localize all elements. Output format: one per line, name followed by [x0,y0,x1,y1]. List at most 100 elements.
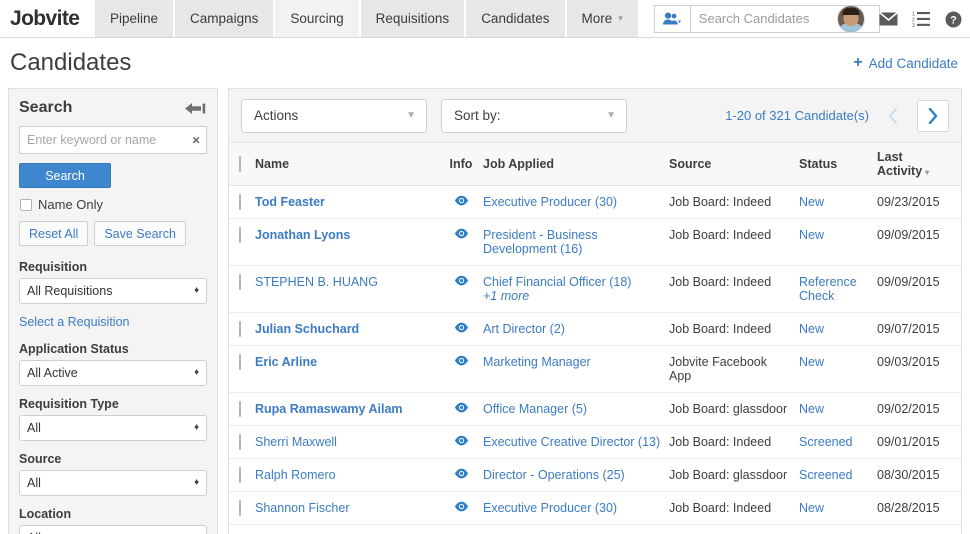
job-applied-link[interactable]: Director - Operations (25) [483,468,625,482]
clear-keyword-icon[interactable]: × [192,134,200,147]
candidate-name-link[interactable]: Sherri Maxwell [255,435,337,449]
numbered-list-icon[interactable]: 123 [912,11,931,27]
nav-tab-more[interactable]: More▾ [567,0,640,37]
eye-icon[interactable] [454,468,469,479]
table-row[interactable]: STEPHEN B. HUANG Chief Financial Officer … [229,266,961,313]
actions-dropdown[interactable]: Actions ▼ [241,99,427,133]
people-dropdown-icon[interactable] [654,5,690,33]
table-row[interactable]: Rupa Ramaswamy AilamOffice Manager (5)Jo… [229,393,961,426]
table-row[interactable]: Shannon FischerExecutive Producer (30)Jo… [229,492,961,525]
sidebar-search-button[interactable]: Search [19,163,111,188]
save-search-button[interactable]: Save Search [94,221,186,246]
candidate-name-link[interactable]: Rupa Ramaswamy Ailam [255,402,403,416]
table-row[interactable]: Jonathan Lyons President - Business Devel… [229,219,961,266]
job-applied-cell: Executive Creative Director (13) [479,426,665,459]
filter-select[interactable]: All▲▼ [19,470,207,496]
status-link[interactable]: New [799,402,824,416]
name-only-checkbox[interactable]: Name Only [20,197,207,212]
info-cell [443,346,479,393]
column-header-source[interactable]: Source [665,143,795,186]
nav-tab-candidates[interactable]: Candidates [466,0,566,37]
filter-select[interactable]: All▲▼ [19,525,207,534]
filter-field-source: SourceAll▲▼ [19,452,207,496]
reset-all-button[interactable]: Reset All [19,221,88,246]
status-link[interactable]: Screened [799,468,853,482]
eye-icon[interactable] [454,501,469,512]
next-page-button[interactable] [917,100,949,132]
eye-icon[interactable] [454,355,469,366]
column-header-name[interactable]: Name [251,143,443,186]
row-checkbox[interactable] [239,194,241,210]
job-applied-link[interactable]: Art Director (2) [483,322,565,336]
candidate-name-link[interactable]: Ralph Romero [255,468,336,482]
sort-by-label: Sort by: [454,108,501,123]
keyword-input[interactable] [19,126,207,154]
nav-tab-sourcing[interactable]: Sourcing [275,0,360,37]
collapse-panel-icon[interactable] [185,102,207,115]
select-a-requisition-link[interactable]: Select a Requisition [19,315,207,329]
help-icon[interactable]: ? [945,11,962,28]
status-link[interactable]: New [799,195,824,209]
job-applied-link[interactable]: Chief Financial Officer (18) [483,275,631,289]
column-header-status[interactable]: Status [795,143,873,186]
row-checkbox[interactable] [239,467,241,483]
add-candidate-button[interactable]: + Add Candidate [853,55,958,71]
envelope-icon[interactable] [879,12,898,26]
eye-icon[interactable] [454,228,469,239]
row-checkbox[interactable] [239,434,241,450]
filter-select[interactable]: All▲▼ [19,415,207,441]
eye-icon[interactable] [454,402,469,413]
status-link[interactable]: Screened [799,435,853,449]
sort-by-dropdown[interactable]: Sort by: ▼ [441,99,627,133]
eye-icon[interactable] [454,435,469,446]
nav-tab-requisitions[interactable]: Requisitions [361,0,467,37]
table-row[interactable]: Tod FeasterExecutive Producer (30)Job Bo… [229,186,961,219]
eye-icon[interactable] [454,195,469,206]
jobvite-logo[interactable]: Jobvite [0,0,95,37]
eye-icon[interactable] [454,275,469,286]
row-checkbox[interactable] [239,500,241,516]
status-cell: New [795,186,873,219]
status-link[interactable]: New [799,322,824,336]
candidate-name-link[interactable]: Julian Schuchard [255,322,359,336]
filter-select[interactable]: All Active▲▼ [19,360,207,386]
status-link[interactable]: New [799,355,824,369]
row-checkbox[interactable] [239,401,241,417]
nav-tab-pipeline[interactable]: Pipeline [95,0,175,37]
eye-icon[interactable] [454,322,469,333]
column-header-info[interactable]: Info [443,143,479,186]
status-link[interactable]: Reference Check [799,275,857,303]
more-jobs-link[interactable]: +1 more [483,289,661,303]
job-applied-link[interactable]: Marketing Manager [483,355,591,369]
candidate-name-link[interactable]: Jonathan Lyons [255,228,350,242]
status-link[interactable]: New [799,228,824,242]
column-header-job-applied[interactable]: Job Applied [479,143,665,186]
name-only-box [20,199,32,211]
filter-select[interactable]: All Requisitions▲▼ [19,278,207,304]
row-checkbox[interactable] [239,354,241,370]
user-avatar[interactable] [837,5,865,33]
candidate-name-link[interactable]: Tod Feaster [255,195,325,209]
candidate-name-link[interactable]: Eric Arline [255,355,317,369]
select-all-checkbox[interactable] [239,156,241,172]
sort-descending-icon: ▾ [925,168,929,177]
row-checkbox[interactable] [239,227,241,243]
job-applied-link[interactable]: Executive Producer (30) [483,501,617,515]
candidate-name-link[interactable]: STEPHEN B. HUANG [255,275,378,289]
row-checkbox[interactable] [239,274,241,290]
candidate-name-link[interactable]: Shannon Fischer [255,501,350,515]
table-row[interactable]: Eric ArlineMarketing ManagerJobvite Face… [229,346,961,393]
job-applied-link[interactable]: Office Manager (5) [483,402,587,416]
prev-page-button[interactable] [877,100,909,132]
job-applied-link[interactable]: President - Business Development (16) [483,228,598,256]
nav-tab-campaigns[interactable]: Campaigns [175,0,275,37]
row-checkbox[interactable] [239,321,241,337]
status-link[interactable]: New [799,501,824,515]
table-row[interactable]: Julian SchuchardArt Director (2)Job Boar… [229,313,961,346]
column-header-last-activity[interactable]: Last Activity▾ [873,143,961,186]
source-cell: Job Board: Indeed [665,426,795,459]
table-row[interactable]: Ralph RomeroDirector - Operations (25)Jo… [229,459,961,492]
job-applied-link[interactable]: Executive Creative Director (13) [483,435,660,449]
job-applied-link[interactable]: Executive Producer (30) [483,195,617,209]
table-row[interactable]: Sherri Maxwell Executive Creative Directo… [229,426,961,459]
